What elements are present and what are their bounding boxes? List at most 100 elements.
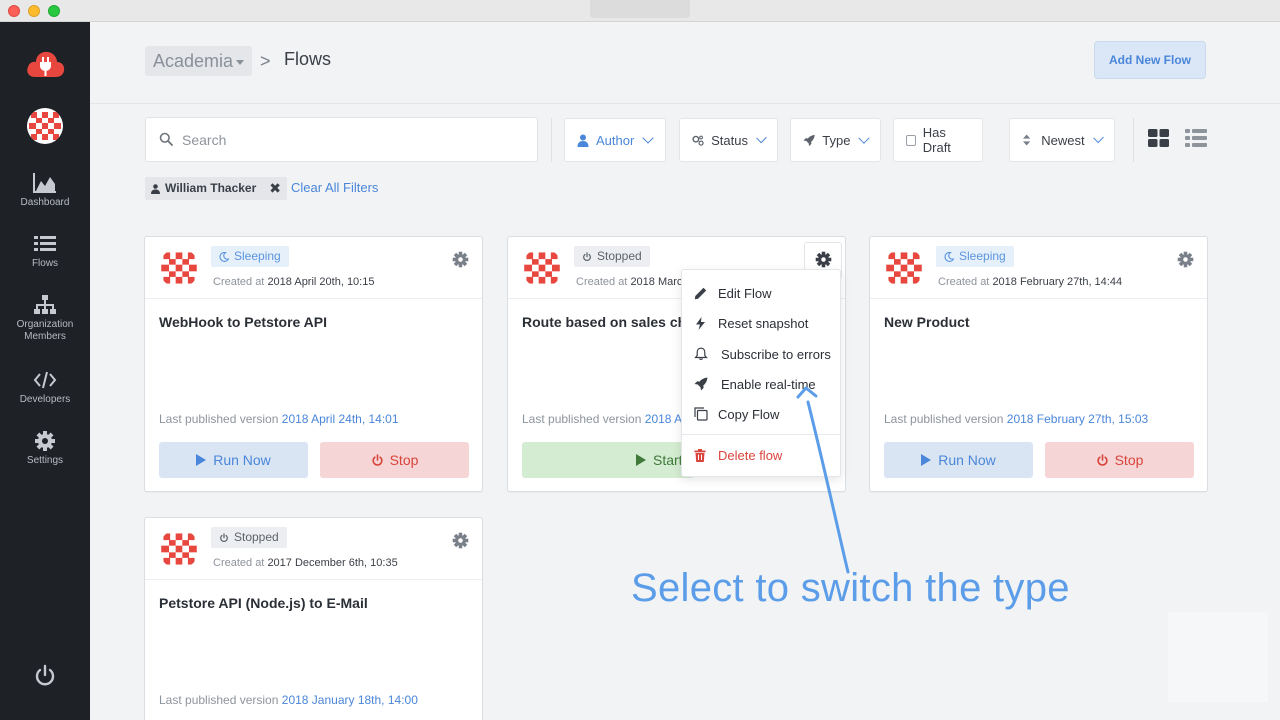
power-icon[interactable] — [33, 664, 57, 688]
menu-item-delete-flow[interactable]: Delete flow — [682, 441, 840, 469]
published-prefix: Last published version — [159, 693, 279, 707]
add-new-flow-button[interactable]: Add New Flow — [1094, 41, 1206, 79]
start-button[interactable]: Start — [522, 442, 694, 478]
menu-item-enable-real-time[interactable]: Enable real-time — [682, 370, 840, 398]
window-tab — [590, 0, 690, 18]
search-box[interactable] — [145, 117, 538, 162]
workspace-select[interactable]: Academia — [145, 46, 253, 76]
sidebar-item-label: Flows — [31, 258, 59, 269]
menu-item-reset-snapshot[interactable]: Reset snapshot — [682, 309, 840, 337]
run-now-button[interactable]: Run Now — [159, 442, 308, 478]
created-date: Created at 2017 December 6th, 10:35 — [213, 557, 398, 569]
flow-title[interactable]: New Product — [884, 314, 970, 330]
page-title: Flows — [284, 49, 332, 69]
published-value[interactable]: 2018 A — [645, 412, 682, 426]
created-value: 2018 February 27th, 14:44 — [992, 276, 1123, 288]
sidebar-item-organization-members[interactable]: Organization Members — [0, 294, 90, 343]
start-label: Start — [653, 452, 683, 468]
gear-icon[interactable] — [1177, 251, 1194, 268]
chevron-down-icon — [858, 132, 870, 144]
created-prefix: Created at — [213, 557, 265, 569]
maximize-window-button[interactable] — [48, 5, 60, 17]
search-input[interactable] — [182, 118, 522, 161]
sidebar-item-flows[interactable]: Flows — [0, 233, 90, 270]
last-published: Last published version 2018 February 27t… — [884, 412, 1148, 426]
flow-card: Sleeping Created at 2018 April 20th, 10:… — [144, 236, 483, 492]
published-value[interactable]: 2018 February 27th, 15:03 — [1007, 412, 1148, 426]
author-filter-label: Author — [596, 132, 635, 148]
page-header: Academia > Flows Add New Flow — [90, 22, 1280, 104]
author-filter-chip: William Thacker ✖ — [145, 177, 287, 200]
menu-divider — [682, 434, 840, 435]
published-value[interactable]: 2018 January 18th, 14:00 — [282, 693, 418, 707]
created-value: 2018 Marc — [630, 276, 683, 288]
run-now-label: Run Now — [213, 452, 271, 468]
toolbar-divider — [1133, 118, 1134, 162]
has-draft-filter[interactable]: Has Draft — [893, 118, 983, 162]
copy-icon — [694, 407, 708, 421]
org-chart-icon — [34, 295, 56, 314]
pencil-icon — [694, 287, 707, 299]
flow-title[interactable]: Route based on sales cha — [522, 314, 682, 330]
published-prefix: Last published version — [159, 412, 279, 426]
trash-icon — [694, 448, 706, 462]
breadcrumb-separator: > — [260, 51, 271, 71]
gear-icon[interactable] — [452, 532, 469, 549]
grid-view-icon[interactable] — [1148, 129, 1170, 147]
cloud-plug-logo-icon[interactable] — [25, 47, 65, 79]
play-icon — [196, 454, 207, 466]
gear-icon[interactable] — [452, 251, 469, 268]
close-window-button[interactable] — [8, 5, 20, 17]
stop-label: Stop — [389, 452, 419, 468]
status-label: Stopped — [597, 249, 642, 263]
gear-icon[interactable] — [815, 251, 832, 268]
chart-area-icon — [33, 173, 56, 193]
created-prefix: Created at — [576, 276, 628, 288]
type-filter-button[interactable]: Type — [790, 118, 881, 162]
sidebar-item-developers[interactable]: Developers — [0, 369, 90, 406]
flow-title[interactable]: Petstore API (Node.js) to E-Mail — [159, 595, 368, 611]
avatar — [159, 529, 199, 569]
status-badge: Stopped — [574, 246, 650, 267]
chevron-down-icon — [1092, 132, 1104, 144]
minimize-window-button[interactable] — [28, 5, 40, 17]
sidebar-item-label: Dashboard — [20, 197, 70, 208]
run-now-button[interactable]: Run Now — [884, 442, 1033, 478]
user-avatar[interactable] — [27, 108, 63, 144]
menu-item-copy-flow[interactable]: Copy Flow — [682, 400, 840, 428]
status-filter-button[interactable]: Status — [679, 118, 778, 162]
clear-all-filters-link[interactable]: Clear All Filters — [291, 180, 378, 195]
author-filter-button[interactable]: Author — [564, 118, 666, 162]
last-published: Last published version 2018 April 24th, … — [159, 412, 399, 426]
moon-icon — [219, 251, 229, 262]
sidebar-item-dashboard[interactable]: Dashboard — [0, 172, 90, 209]
user-icon — [151, 183, 160, 194]
has-draft-checkbox[interactable] — [906, 134, 916, 146]
chevron-down-icon — [756, 132, 767, 144]
published-value[interactable]: 2018 April 24th, 14:01 — [282, 412, 399, 426]
published-prefix: Last published version — [884, 412, 1004, 426]
flow-settings-menu: Edit Flow Reset snapshot Subscribe to er… — [681, 269, 841, 477]
sidebar-item-settings[interactable]: Settings — [0, 430, 90, 467]
status-badge: Sleeping — [936, 246, 1014, 267]
flow-card: Sleeping Created at 2018 February 27th, … — [869, 236, 1208, 492]
list-view-icon[interactable] — [1185, 129, 1207, 147]
workspace-name: Academia — [153, 51, 234, 71]
remove-filter-icon[interactable]: ✖ — [269, 177, 281, 200]
caret-down-icon — [236, 59, 245, 65]
window-titlebar — [0, 0, 1280, 22]
last-published: Last published version 2018 January 18th… — [159, 693, 418, 707]
menu-item-edit-flow[interactable]: Edit Flow — [682, 279, 840, 307]
stop-button[interactable]: Stop — [320, 442, 469, 478]
created-value: 2017 December 6th, 10:35 — [267, 557, 398, 569]
gear-icon — [35, 431, 55, 451]
status-label: Stopped — [234, 530, 279, 544]
menu-item-subscribe-errors[interactable]: Subscribe to errors — [682, 340, 840, 368]
flow-title[interactable]: WebHook to Petstore API — [159, 314, 327, 330]
sort-button[interactable]: Newest — [1009, 118, 1115, 162]
stop-button[interactable]: Stop — [1045, 442, 1194, 478]
created-value: 2018 April 20th, 10:15 — [267, 276, 375, 288]
toolbar-divider — [551, 118, 552, 162]
flow-card: Stopped Created at 2017 December 6th, 10… — [144, 517, 483, 720]
rocket-icon — [803, 134, 815, 146]
